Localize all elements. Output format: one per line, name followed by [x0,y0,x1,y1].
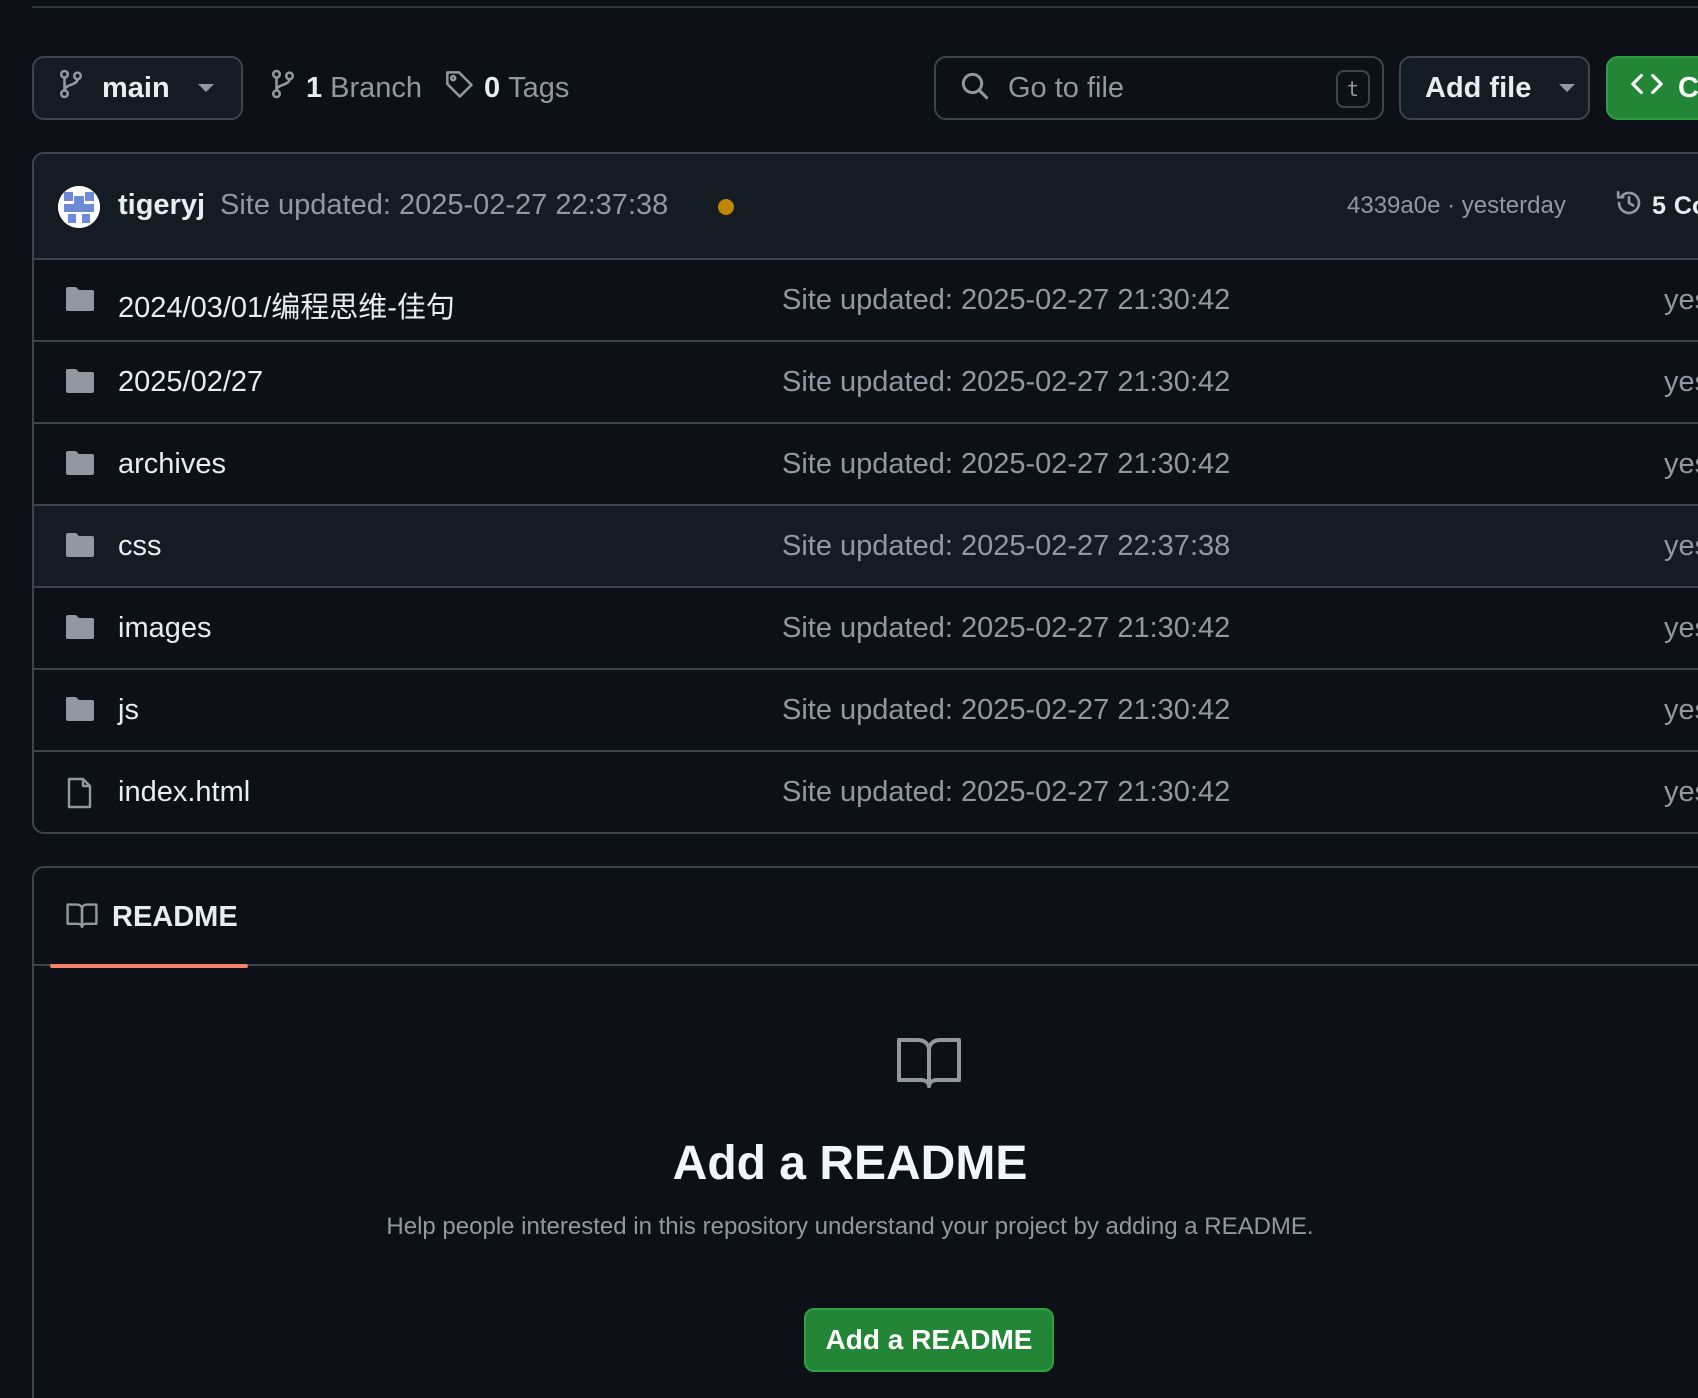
file-commit-date: yesterday [1664,366,1698,398]
active-tab-indicator [50,964,248,968]
keyboard-shortcut-hint: t [1336,70,1370,108]
commit-meta[interactable]: 4339a0e · yesterday [1347,192,1566,220]
add-file-label: Add file [1425,71,1532,104]
file-commit-date: yesterday [1664,284,1698,316]
file-name-link[interactable]: index.html [118,776,250,809]
table-row[interactable]: images Site updated: 2025-02-27 21:30:42 y… [34,588,1698,670]
tab-readme[interactable]: README [50,868,248,968]
folder-icon [64,367,96,400]
folder-icon [64,449,96,482]
readme-tabbar: README [34,868,1698,968]
file-commit-date: yesterday [1664,612,1698,644]
code-label: Code [1678,71,1698,104]
chevron-down-icon [197,84,214,92]
avatar[interactable] [58,186,100,228]
folder-icon [64,613,96,646]
table-row[interactable]: index.html Site updated: 2025-02-27 21:30… [34,752,1698,832]
commits-label: Commits [1673,192,1698,220]
file-icon [64,777,94,814]
file-commit-date: yesterday [1664,530,1698,562]
repo-page: main 1 Branch 0 Tags Go to file t Add fi… [0,0,1698,1398]
branch-selector-button[interactable]: main [32,56,243,120]
table-row[interactable]: 2025/02/27 Site updated: 2025-02-27 21:30… [34,342,1698,424]
file-name-link[interactable]: images [118,612,212,645]
file-list: 2024/03/01/编程思维-佳句 Site updated: 2025-02-… [34,260,1698,832]
tags-label: Tags [508,71,570,104]
commit-status-indicator[interactable] [718,199,734,215]
file-commit-date: yesterday [1664,694,1698,726]
readme-tab-label: README [112,900,238,933]
commits-history-link[interactable]: 5 Commits [1614,188,1698,225]
tags-link[interactable]: 0 Tags [444,56,569,120]
folder-icon [64,531,96,564]
search-icon [960,71,990,106]
table-row[interactable]: 2024/03/01/编程思维-佳句 Site updated: 2025-02-… [34,260,1698,342]
divider [32,6,1698,8]
file-name-link[interactable]: css [118,530,162,563]
file-name-link[interactable]: 2024/03/01/编程思维-佳句 [118,284,455,326]
folder-icon [64,695,96,728]
file-commit-message-link[interactable]: Site updated: 2025-02-27 21:30:42 [782,612,1230,645]
history-icon [1614,188,1644,225]
chevron-down-icon [1559,84,1576,92]
git-branch-icon [58,69,84,107]
code-button[interactable]: Code [1606,56,1698,120]
file-name-link[interactable]: archives [118,448,226,481]
commit-time: yesterday [1461,192,1566,219]
table-row[interactable]: js Site updated: 2025-02-27 21:30:42 yeste… [34,670,1698,752]
add-file-button[interactable]: Add file [1399,56,1590,120]
folder-icon [64,285,96,318]
code-icon [1630,71,1664,105]
table-row[interactable]: css Site updated: 2025-02-27 22:37:38 yest… [34,506,1698,588]
file-commit-message-link[interactable]: Site updated: 2025-02-27 21:30:42 [782,776,1230,809]
go-to-file-placeholder: Go to file [1008,71,1125,104]
add-readme-button[interactable]: Add a README [804,1308,1054,1372]
book-icon [896,1036,962,1095]
file-commit-message-link[interactable]: Site updated: 2025-02-27 22:37:38 [782,530,1230,563]
commits-count: 5 [1652,192,1666,220]
git-branch-icon [270,69,296,107]
empty-state-title: Add a README [672,1137,1028,1190]
separator: · [1447,192,1456,219]
file-table: tigeryj Site updated: 2025-02-27 22:37:3… [32,152,1698,834]
latest-commit-bar: tigeryj Site updated: 2025-02-27 22:37:3… [34,154,1698,260]
file-name-link[interactable]: 2025/02/27 [118,366,263,399]
branches-label: Branch [330,71,423,104]
branch-name: main [102,71,170,104]
file-commit-message-link[interactable]: Site updated: 2025-02-27 21:30:42 [782,448,1230,481]
go-to-file-input[interactable]: Go to file t [934,56,1384,120]
file-commit-message-link[interactable]: Site updated: 2025-02-27 21:30:42 [782,284,1230,317]
table-row[interactable]: archives Site updated: 2025-02-27 21:30:4… [34,424,1698,506]
file-name-link[interactable]: js [118,694,139,727]
branches-count: 1 [306,71,323,104]
file-commit-message-link[interactable]: Site updated: 2025-02-27 21:30:42 [782,694,1230,727]
file-commit-date: yesterday [1664,776,1698,808]
commit-message[interactable]: Site updated: 2025-02-27 22:37:38 [220,189,668,222]
tag-icon [444,69,474,107]
readme-panel: README Add a README Help people interest… [32,866,1698,1398]
file-commit-date: yesterday [1664,448,1698,480]
empty-state-description: Help people interested in this repositor… [386,1213,1314,1240]
tags-count: 0 [484,71,501,104]
commit-hash: 4339a0e [1347,192,1441,219]
commit-author[interactable]: tigeryj [118,189,205,222]
book-icon [66,901,98,934]
branches-link[interactable]: 1 Branch [270,56,422,120]
repo-toolbar: main 1 Branch 0 Tags Go to file t Add fi… [32,56,1698,120]
file-commit-message-link[interactable]: Site updated: 2025-02-27 21:30:42 [782,366,1230,399]
